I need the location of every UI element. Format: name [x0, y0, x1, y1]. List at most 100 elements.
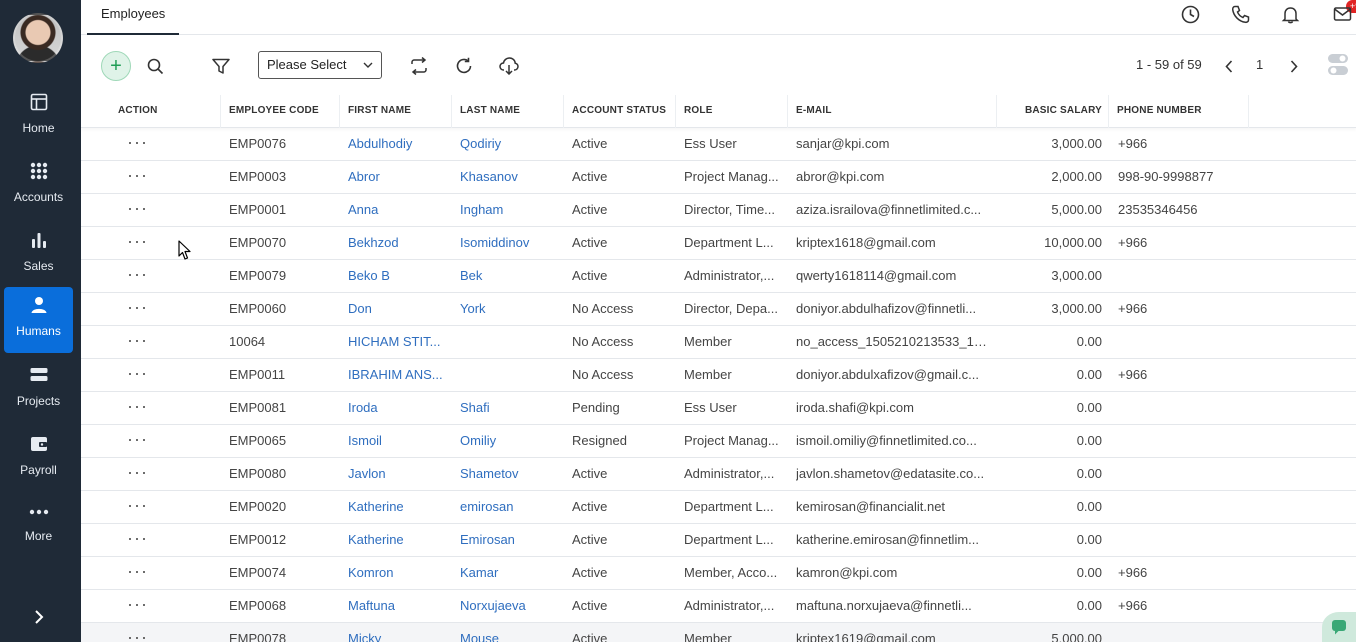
row-action-button[interactable]: ···: [127, 557, 148, 590]
cell-last-name[interactable]: Mouse: [460, 623, 556, 642]
sidebar-item-home[interactable]: Home: [4, 84, 73, 150]
row-action-button[interactable]: ···: [127, 227, 148, 260]
cell-basic-salary: 3,000.00: [1051, 268, 1102, 283]
row-action-button[interactable]: ···: [127, 524, 148, 557]
cell-first-name[interactable]: Katherine: [348, 524, 444, 557]
table-row[interactable]: ··· EMP0065 Ismoil Omiliy Resigned Project Ma…: [81, 425, 1356, 458]
sidebar-item-projects[interactable]: Projects: [4, 357, 73, 423]
row-action-button[interactable]: ···: [127, 623, 148, 642]
phone-button[interactable]: [1229, 3, 1251, 25]
table-row[interactable]: ··· EMP0080 Javlon Shametov Active Administra…: [81, 458, 1356, 491]
cell-first-name[interactable]: IBRAHIM ANS...: [348, 359, 444, 392]
row-action-button[interactable]: ···: [127, 194, 148, 227]
column-header-role[interactable]: ROLE: [676, 95, 788, 128]
filter-button[interactable]: [206, 51, 236, 81]
cell-first-name[interactable]: Katherine: [348, 491, 444, 524]
row-action-button[interactable]: ···: [127, 425, 148, 458]
cell-first-name[interactable]: HICHAM STIT...: [348, 326, 444, 359]
add-employee-button[interactable]: +: [101, 51, 131, 81]
avatar[interactable]: [13, 13, 63, 63]
expand-sidebar-button[interactable]: [25, 604, 53, 630]
cell-first-name[interactable]: Bekhzod: [348, 227, 444, 260]
cell-last-name[interactable]: Bek: [460, 260, 556, 293]
column-header-basic-salary[interactable]: BASIC SALARY: [997, 95, 1109, 128]
column-header-account-status[interactable]: ACCOUNT STATUS: [564, 95, 676, 128]
cell-first-name[interactable]: Abdulhodiy: [348, 128, 444, 161]
row-action-button[interactable]: ···: [127, 491, 148, 524]
mail-button[interactable]: [1331, 3, 1353, 25]
cell-last-name[interactable]: Qodiriy: [460, 128, 556, 161]
row-action-button[interactable]: ···: [127, 359, 148, 392]
row-action-button[interactable]: ···: [127, 128, 148, 161]
notifications-button[interactable]: [1279, 3, 1301, 25]
sidebar-item-accounts[interactable]: Accounts: [4, 153, 73, 219]
cell-last-name[interactable]: Khasanov: [460, 161, 556, 194]
row-action-button[interactable]: ···: [127, 326, 148, 359]
column-header-phone-number[interactable]: PHONE NUMBER: [1109, 95, 1249, 128]
cell-last-name[interactable]: Kamar: [460, 557, 556, 590]
table-row[interactable]: ··· EMP0078 Micky Mouse Active Member kriptex1…: [81, 623, 1356, 642]
previous-page-button[interactable]: [1214, 51, 1244, 81]
table-row[interactable]: ··· EMP0081 Iroda Shafi Pending Ess User iroda…: [81, 392, 1356, 425]
column-header-action[interactable]: ACTION: [81, 95, 221, 128]
row-action-button[interactable]: ···: [127, 590, 148, 623]
sidebar-item-humans[interactable]: Humans: [4, 287, 73, 353]
cell-last-name[interactable]: emirosan: [460, 491, 556, 524]
table-row[interactable]: ··· EMP0068 Maftuna Norxujaeva Active Adminis…: [81, 590, 1356, 623]
table-row[interactable]: ··· EMP0011 IBRAHIM ANS... No Access Member d…: [81, 359, 1356, 392]
download-button[interactable]: [494, 51, 524, 81]
view-select[interactable]: Please Select: [258, 51, 382, 79]
refresh-button[interactable]: [449, 51, 479, 81]
table-row[interactable]: ··· EMP0012 Katherine Emirosan Active Departm…: [81, 524, 1356, 557]
row-action-button[interactable]: ···: [127, 293, 148, 326]
sidebar-item-more[interactable]: More: [4, 494, 73, 560]
cell-first-name[interactable]: Komron: [348, 557, 444, 590]
cell-first-name[interactable]: Don: [348, 293, 444, 326]
cell-first-name[interactable]: Javlon: [348, 458, 444, 491]
cell-last-name[interactable]: Norxujaeva: [460, 590, 556, 623]
row-action-button[interactable]: ···: [127, 260, 148, 293]
cell-first-name[interactable]: Anna: [348, 194, 444, 227]
row-action-button[interactable]: ···: [127, 392, 148, 425]
cell-first-name[interactable]: Micky: [348, 623, 444, 642]
cell-last-name[interactable]: [460, 359, 556, 392]
next-page-button[interactable]: [1279, 51, 1309, 81]
cell-last-name[interactable]: Shafi: [460, 392, 556, 425]
table-row[interactable]: ··· EMP0060 Don York No Access Director, Depa…: [81, 293, 1356, 326]
settings-toggle-button[interactable]: [1327, 53, 1349, 77]
cell-last-name[interactable]: Emirosan: [460, 524, 556, 557]
cell-last-name[interactable]: Shametov: [460, 458, 556, 491]
table-row[interactable]: ··· EMP0079 Beko B Bek Active Administrator,.…: [81, 260, 1356, 293]
search-button[interactable]: [140, 51, 170, 81]
column-header-first-name[interactable]: FIRST NAME: [340, 95, 452, 128]
cell-first-name[interactable]: Beko B: [348, 260, 444, 293]
swap-button[interactable]: [404, 51, 434, 81]
sidebar-item-sales[interactable]: Sales: [4, 222, 73, 288]
table-row[interactable]: ··· 10064 HICHAM STIT... No Access Member no_…: [81, 326, 1356, 359]
cell-first-name[interactable]: Ismoil: [348, 425, 444, 458]
table-row[interactable]: ··· EMP0003 Abror Khasanov Active Project Man…: [81, 161, 1356, 194]
cell-first-name[interactable]: Abror: [348, 161, 444, 194]
cell-last-name[interactable]: [460, 326, 556, 359]
cell-last-name[interactable]: Omiliy: [460, 425, 556, 458]
history-button[interactable]: [1179, 3, 1201, 25]
table-row[interactable]: ··· EMP0076 Abdulhodiy Qodiriy Active Ess Use…: [81, 128, 1356, 161]
cell-last-name[interactable]: Ingham: [460, 194, 556, 227]
column-header-last-name[interactable]: LAST NAME: [452, 95, 564, 128]
table-row[interactable]: ··· EMP0020 Katherine emirosan Active Departm…: [81, 491, 1356, 524]
column-header-email[interactable]: E-MAIL: [788, 95, 997, 128]
column-header-employee-code[interactable]: EMPLOYEE CODE: [221, 95, 340, 128]
table-row[interactable]: ··· EMP0001 Anna Ingham Active Director, Time…: [81, 194, 1356, 227]
cell-first-name[interactable]: Maftuna: [348, 590, 444, 623]
cell-first-name[interactable]: Iroda: [348, 392, 444, 425]
cell-employee-code: EMP0081: [229, 400, 287, 415]
table-row[interactable]: ··· EMP0074 Komron Kamar Active Member, Acco.…: [81, 557, 1356, 590]
chat-button[interactable]: [1322, 612, 1356, 642]
cell-last-name[interactable]: York: [460, 293, 556, 326]
row-action-button[interactable]: ···: [127, 458, 148, 491]
sidebar-item-payroll[interactable]: Payroll: [4, 426, 73, 492]
row-action-button[interactable]: ···: [127, 161, 148, 194]
table-row[interactable]: ··· EMP0070 Bekhzod Isomiddinov Active Depart…: [81, 227, 1356, 260]
tab-employees[interactable]: Employees: [87, 0, 180, 35]
cell-last-name[interactable]: Isomiddinov: [460, 227, 556, 260]
